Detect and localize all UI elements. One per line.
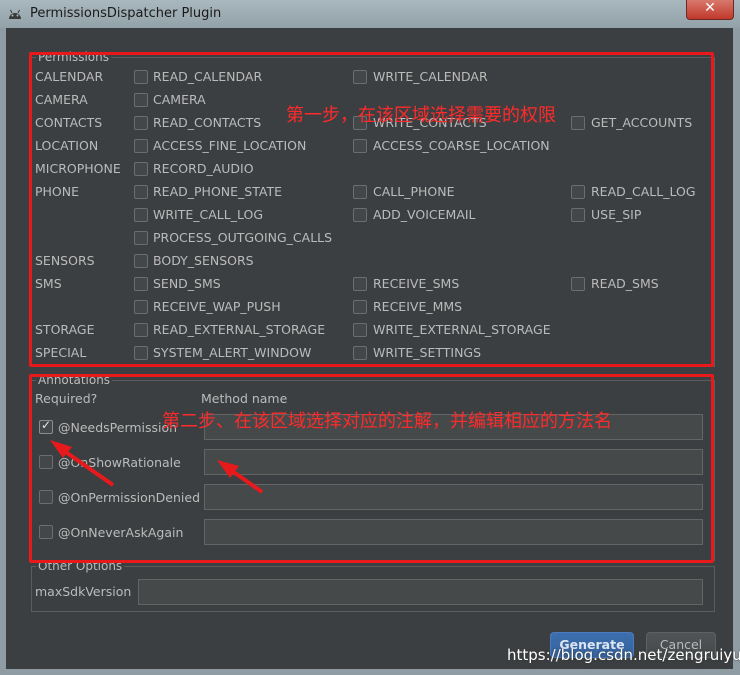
red-arrows	[50, 440, 264, 494]
plugin-dialog-window: PermissionsDispatcher Plugin ✕ Permissio…	[0, 0, 740, 675]
watermark-url: https://blog.csdn.net/zengruiyue	[507, 646, 740, 664]
arrow-to-checkbox-icon	[50, 440, 115, 487]
arrow-to-method-field-icon	[217, 460, 264, 494]
